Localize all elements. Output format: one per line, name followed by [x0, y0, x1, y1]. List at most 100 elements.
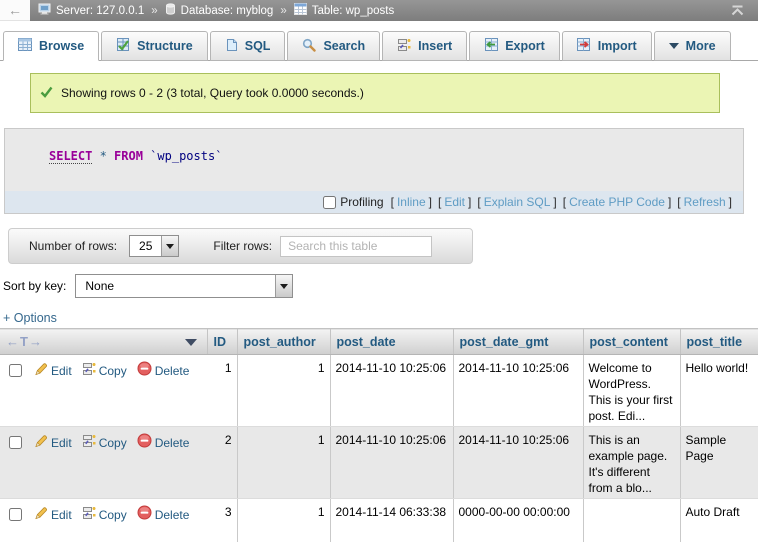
cell-post-title: Sample Page [680, 427, 758, 499]
tab-export[interactable]: Export [469, 31, 560, 61]
copy-row-link[interactable]: Copy [99, 435, 127, 451]
sort-by-key-value: None [76, 275, 275, 297]
status-message: Showing rows 0 - 2 (3 total, Query took … [30, 73, 720, 113]
profiling-checkbox[interactable] [323, 196, 336, 209]
tab-export-label: Export [505, 39, 545, 53]
tab-import[interactable]: Import [562, 31, 652, 61]
import-icon [577, 38, 591, 54]
delete-icon [137, 505, 152, 524]
copy-row-link[interactable]: Copy [99, 363, 127, 379]
sql-footer-bar: Profiling [Inline] [Edit] [Explain SQL] … [5, 191, 743, 213]
breadcrumb-database[interactable]: Database: myblog [181, 5, 274, 17]
table-row: Edit Copy Delete 2 1 2014-11-10 10:25:06… [0, 427, 758, 499]
select-dropdown-button[interactable] [161, 236, 178, 256]
delete-row-link[interactable]: Delete [155, 363, 190, 379]
cell-post-title: Hello world! [680, 355, 758, 427]
column-header-post-content[interactable]: post_content [583, 329, 680, 355]
server-icon [38, 3, 51, 18]
export-icon [484, 38, 498, 54]
bracket: [ [438, 195, 441, 209]
breadcrumb-server[interactable]: Server: 127.0.0.1 [56, 5, 144, 17]
tab-bar: Browse Structure SQL Search Insert [0, 21, 758, 61]
column-header-post-date[interactable]: post_date [330, 329, 453, 355]
options-chevron-icon[interactable] [185, 339, 197, 346]
bracket: ] [668, 195, 671, 209]
tab-search-label: Search [323, 39, 365, 53]
options-toggle-link[interactable]: + Options [3, 311, 73, 325]
edit-row-link[interactable]: Edit [51, 363, 72, 379]
column-header-id[interactable]: ID [207, 329, 237, 355]
inline-link[interactable]: Inline [397, 195, 426, 209]
bracket: ] [429, 195, 432, 209]
delete-icon [137, 361, 152, 380]
sql-query-box: SELECT * FROM `wp_posts` Profiling [Inli… [4, 128, 744, 214]
number-of-rows-label: Number of rows: [29, 239, 117, 253]
copy-icon [82, 362, 96, 380]
edit-row-link[interactable]: Edit [51, 435, 72, 451]
edit-row-link[interactable]: Edit [51, 507, 72, 523]
tab-browse[interactable]: Browse [3, 31, 99, 61]
tab-more-label: More [686, 39, 716, 53]
cell-post-date-gmt: 2014-11-10 10:25:06 [453, 355, 583, 427]
tab-structure[interactable]: Structure [101, 31, 208, 61]
copy-icon [82, 506, 96, 524]
nav-panel-toggle[interactable]: ← [0, 0, 30, 21]
bracket: ] [729, 195, 732, 209]
cell-id: 2 [207, 427, 237, 499]
table-row: Edit Copy Delete 3 1 2014-11-14 06:33:38… [0, 499, 758, 542]
column-header-post-date-gmt[interactable]: post_date_gmt [453, 329, 583, 355]
explain-sql-link[interactable]: Explain SQL [484, 195, 551, 209]
insert-icon [397, 38, 411, 55]
copy-row-link[interactable]: Copy [99, 507, 127, 523]
tab-import-label: Import [598, 39, 637, 53]
select-dropdown-button[interactable] [275, 275, 292, 297]
row-actions-cell: Edit Copy Delete [0, 355, 207, 427]
row-select-checkbox[interactable] [9, 436, 22, 449]
tab-insert[interactable]: Insert [382, 31, 467, 61]
create-php-code-link[interactable]: Create PHP Code [569, 195, 665, 209]
tab-structure-label: Structure [137, 39, 193, 53]
tab-search[interactable]: Search [287, 31, 380, 61]
breadcrumb-separator: » [151, 5, 157, 17]
bracket: [ [563, 195, 566, 209]
database-icon [165, 3, 176, 18]
filter-rows-label: Filter rows: [213, 239, 272, 253]
bracket: [ [477, 195, 480, 209]
row-actions-cell: Edit Copy Delete [0, 499, 207, 542]
delete-row-link[interactable]: Delete [155, 435, 190, 451]
column-header-post-title[interactable]: post_title [680, 329, 758, 355]
delete-row-link[interactable]: Delete [155, 507, 190, 523]
bracket: ] [553, 195, 556, 209]
breadcrumb-separator-2: » [280, 5, 286, 17]
row-select-checkbox[interactable] [9, 364, 22, 377]
cell-post-author: 1 [237, 499, 330, 542]
table-icon [294, 3, 307, 18]
tab-sql[interactable]: SQL [210, 31, 286, 61]
browse-icon [18, 38, 32, 54]
tab-more[interactable]: More [654, 31, 731, 61]
cell-post-date: 2014-11-14 06:33:38 [330, 499, 453, 542]
row-select-checkbox[interactable] [9, 508, 22, 521]
column-resize-glyphs[interactable]: ←T→ [6, 334, 43, 349]
cell-post-content: This is an example page. It's different … [583, 427, 680, 499]
success-check-icon [40, 86, 53, 101]
sql-keyword-select: SELECT [49, 149, 92, 164]
results-table: ←T→ ID post_author post_date post_date_g… [0, 328, 758, 542]
collapse-topbar-icon[interactable] [729, 4, 746, 20]
cell-post-date-gmt: 0000-00-00 00:00:00 [453, 499, 583, 542]
tab-sql-label: SQL [245, 39, 271, 53]
refresh-link[interactable]: Refresh [684, 195, 726, 209]
column-header-post-author[interactable]: post_author [237, 329, 330, 355]
left-arrow-icon: ← [8, 2, 22, 18]
number-of-rows-select[interactable]: 25 [129, 235, 179, 257]
structure-icon [116, 38, 130, 54]
filter-rows-input[interactable] [280, 236, 432, 257]
edit-query-link[interactable]: Edit [444, 195, 465, 209]
sql-table-ref: `wp_posts` [143, 149, 222, 163]
more-chevron-icon [669, 43, 679, 49]
pencil-icon [34, 362, 48, 380]
bracket: [ [677, 195, 680, 209]
sort-by-key-select[interactable]: None [75, 274, 293, 298]
row-actions-cell: Edit Copy Delete [0, 427, 207, 499]
column-toggle-header[interactable]: ←T→ [0, 329, 207, 355]
